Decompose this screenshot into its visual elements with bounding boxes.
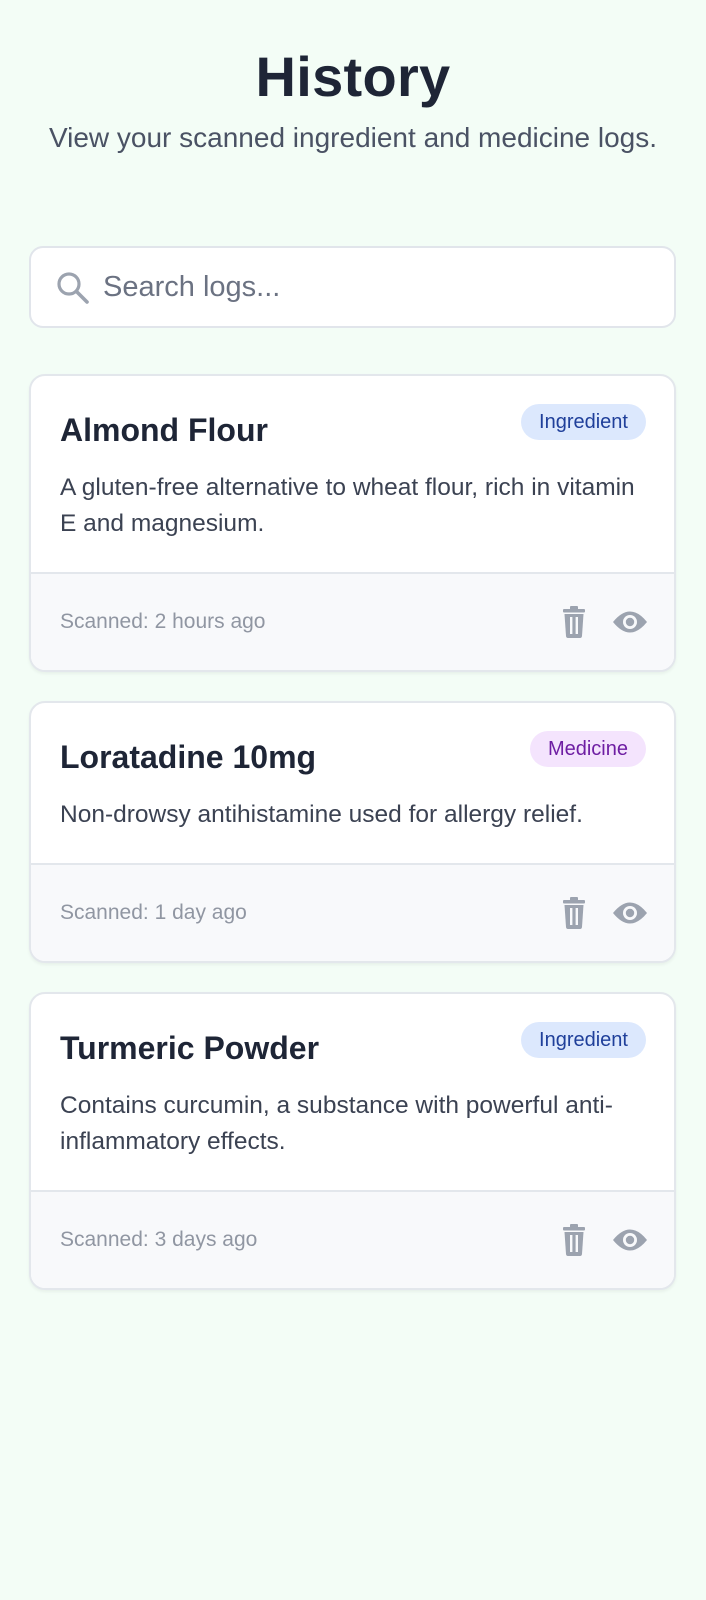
history-page: History View your scanned ingredient and… <box>0 0 706 1600</box>
category-badge: Medicine <box>529 731 646 767</box>
search-box[interactable] <box>29 246 676 328</box>
delete-button[interactable] <box>556 895 592 931</box>
card-footer: Scanned: 1 day ago <box>31 863 674 961</box>
log-card[interactable]: Loratadine 10mg Medicine Non-drowsy anti… <box>29 701 676 963</box>
card-footer: Scanned: 3 days ago <box>31 1190 674 1288</box>
delete-button[interactable] <box>556 1222 592 1258</box>
page-title: History <box>255 45 451 108</box>
log-title: Loratadine 10mg <box>60 739 317 775</box>
page-subtitle: View your scanned ingredient and medicin… <box>48 122 658 153</box>
category-badge: Ingredient <box>521 1022 646 1058</box>
log-title: Turmeric Powder <box>60 1030 320 1066</box>
trash-icon <box>563 897 585 929</box>
search-icon <box>55 270 91 306</box>
search-input[interactable] <box>103 262 653 312</box>
log-description: A gluten-free alternative to wheat flour… <box>60 474 635 537</box>
view-button[interactable] <box>612 604 648 640</box>
trash-icon <box>563 1224 585 1256</box>
log-card[interactable]: Almond Flour Ingredient A gluten-free al… <box>29 374 676 672</box>
log-title: Almond Flour <box>60 412 268 448</box>
view-button[interactable] <box>612 895 648 931</box>
log-description: Non-drowsy antihistamine used for allerg… <box>60 801 583 828</box>
trash-icon <box>563 606 585 638</box>
view-button[interactable] <box>612 1222 648 1258</box>
eye-icon <box>613 902 647 924</box>
card-footer: Scanned: 2 hours ago <box>31 572 674 670</box>
log-card[interactable]: Turmeric Powder Ingredient Contains curc… <box>29 992 676 1290</box>
scanned-time: Scanned: 1 day ago <box>60 901 247 924</box>
eye-icon <box>613 611 647 633</box>
eye-icon <box>613 1229 647 1251</box>
category-badge: Ingredient <box>521 404 646 440</box>
delete-button[interactable] <box>556 604 592 640</box>
scanned-time: Scanned: 2 hours ago <box>60 610 266 633</box>
log-description: Contains curcumin, a substance with powe… <box>60 1092 613 1155</box>
scanned-time: Scanned: 3 days ago <box>60 1228 258 1251</box>
